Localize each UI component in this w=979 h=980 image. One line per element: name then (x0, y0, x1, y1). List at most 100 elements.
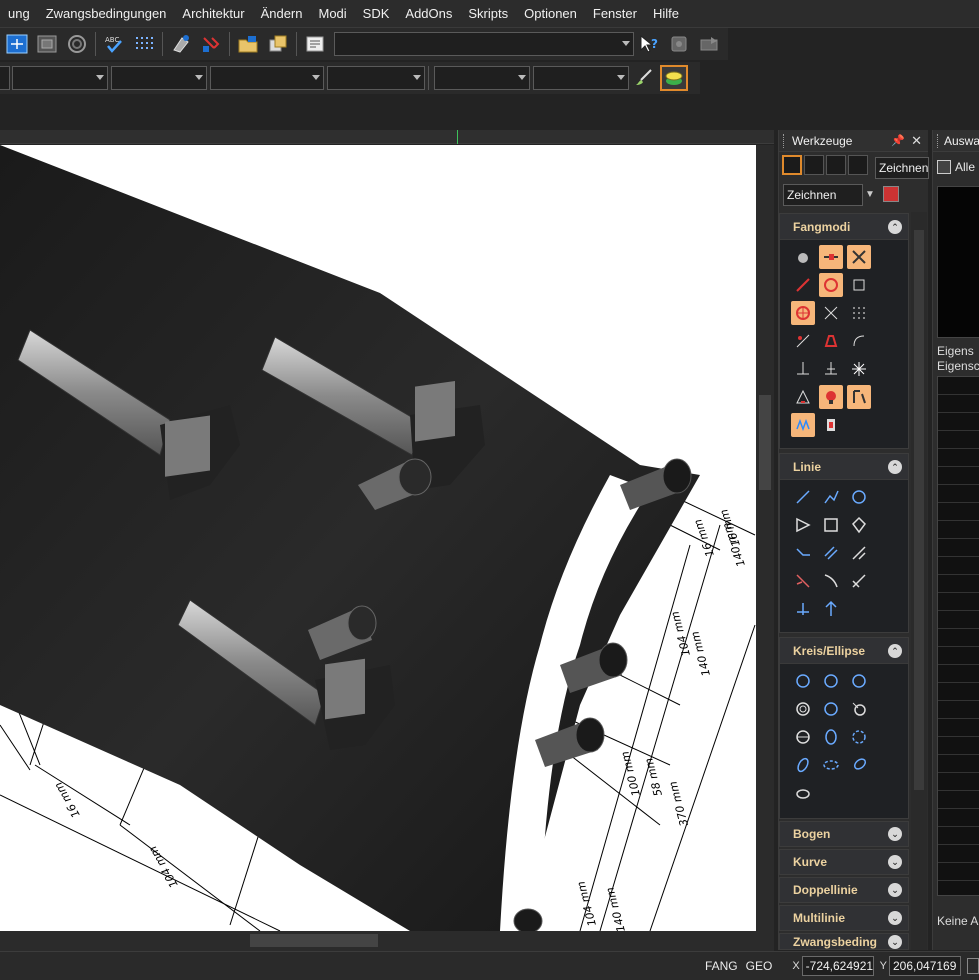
y-coordinate-field[interactable]: 206,047169 n (889, 956, 961, 976)
ray-icon[interactable] (819, 597, 843, 621)
rectangle-node-icon[interactable] (847, 485, 871, 509)
close-icon[interactable]: ✕ (911, 133, 922, 149)
palette-settings-icon[interactable] (883, 186, 899, 202)
status-extra-icon[interactable] (967, 958, 979, 974)
chart-icon[interactable] (826, 155, 846, 175)
menu-item-sdk[interactable]: SDK (355, 0, 398, 28)
perpendicular-line-icon[interactable] (791, 569, 815, 593)
properties-icon[interactable] (301, 31, 329, 57)
chevron-down-icon[interactable]: ⌄ (888, 855, 902, 869)
chevron-down-icon[interactable]: ⌄ (888, 883, 902, 897)
circle-inscribed-icon[interactable] (791, 725, 815, 749)
section-multilinie[interactable]: Multilinie ⌄ (779, 905, 909, 931)
parallel-line-icon[interactable] (819, 541, 843, 565)
menu-item-optionen[interactable]: Optionen (516, 0, 585, 28)
menu-item-ung[interactable]: ung (0, 0, 38, 28)
snap-grid-circle-icon[interactable] (791, 301, 815, 325)
menu-item-hilfe[interactable]: Hilfe (645, 0, 687, 28)
drawing-canvas[interactable]: 16 mm 104 mm 16 mm 104 mm 140 mm 140 mm … (0, 145, 756, 931)
ellipse-axis-icon[interactable] (819, 753, 843, 777)
snap-center-icon[interactable] (819, 273, 843, 297)
drag-handle[interactable] (783, 133, 786, 148)
ellipse-arc-icon[interactable] (847, 725, 871, 749)
tool-icon[interactable] (197, 31, 225, 57)
snap-tracking-icon[interactable] (847, 385, 871, 409)
section-kurve[interactable]: Kurve ⌄ (779, 849, 909, 875)
textstyle-combo[interactable] (434, 66, 530, 90)
geo-toggle[interactable]: GEO (742, 959, 777, 973)
tab-eigenschaften-2[interactable]: Eigensc (937, 359, 979, 374)
pin-icon[interactable]: 📌 (891, 134, 905, 147)
properties-list[interactable] (937, 376, 979, 896)
polygon-icon[interactable] (847, 513, 871, 537)
x-coordinate-field[interactable]: -724,624921 (801, 956, 874, 976)
menu-item-zwangsbedingungen[interactable]: Zwangsbedingungen (38, 0, 175, 28)
grid-icon[interactable] (130, 31, 158, 57)
ellipse-rotated-icon[interactable] (791, 753, 815, 777)
snap-toggle[interactable]: FANG (701, 959, 742, 973)
chevron-down-icon[interactable]: ⌄ (888, 827, 902, 841)
menu-item-modi[interactable]: Modi (310, 0, 354, 28)
triangle-icon[interactable] (791, 513, 815, 537)
snap-tangent-icon[interactable] (847, 329, 871, 353)
snap-polar-icon[interactable] (791, 385, 815, 409)
command-combo[interactable] (334, 32, 634, 56)
donut-icon[interactable] (791, 781, 815, 805)
select-all-icon[interactable] (937, 160, 951, 174)
canvas-horizontal-scrollbar[interactable] (0, 931, 774, 951)
tools-panel-scrollbar[interactable] (911, 212, 927, 950)
section-doppellinie[interactable]: Doppellinie ⌄ (779, 877, 909, 903)
snap-cross-icon[interactable] (819, 301, 843, 325)
ellipse-icon[interactable] (819, 725, 843, 749)
color-combo[interactable] (12, 66, 108, 90)
snap-line-icon[interactable] (791, 273, 815, 297)
disk-icon[interactable] (665, 31, 693, 57)
lineweight-combo[interactable] (210, 66, 324, 90)
layer-combo[interactable] (0, 66, 10, 90)
chevron-down-icon[interactable]: ⌄ (888, 934, 902, 949)
scroll-thumb[interactable] (914, 230, 924, 790)
circle-diameter-icon[interactable] (819, 669, 843, 693)
snap-star-icon[interactable] (847, 357, 871, 381)
tools-tab-combo[interactable]: Zeichnen (875, 157, 929, 179)
tangent-line-icon[interactable] (819, 569, 843, 593)
menu-item-architektur[interactable]: Architektur (174, 0, 252, 28)
section-header-fangmodi[interactable]: Fangmodi ⌃ (780, 214, 908, 240)
chevron-down-icon[interactable]: ▼ (865, 184, 875, 206)
pointer-icon[interactable] (782, 155, 802, 175)
chevron-down-icon[interactable]: ⌄ (888, 911, 902, 925)
construction-line-icon[interactable] (791, 597, 815, 621)
open-folder-icon[interactable] (234, 31, 262, 57)
section-header-kreis-ellipse[interactable]: Kreis/Ellipse ⌃ (780, 638, 908, 664)
section-zwangsbedingungen[interactable]: Zwangsbeding ⌄ (779, 933, 909, 950)
snap-settings-icon[interactable] (819, 413, 843, 437)
globe-icon[interactable] (848, 155, 868, 175)
layout-icon[interactable] (33, 31, 61, 57)
copy-icon[interactable] (264, 31, 292, 57)
brush-icon[interactable] (630, 65, 658, 91)
circle-center-radius-icon[interactable] (791, 669, 815, 693)
snap-endpoint-icon[interactable] (791, 245, 815, 269)
snap-ortho-icon[interactable] (791, 413, 815, 437)
line-icon[interactable] (791, 485, 815, 509)
layer-states-icon[interactable] (660, 65, 688, 91)
circle-tangent-2-icon[interactable] (847, 697, 871, 721)
chevron-up-icon[interactable]: ⌃ (888, 459, 902, 474)
canvas-vertical-scrollbar[interactable] (756, 145, 774, 931)
menu-item-fenster[interactable]: Fenster (585, 0, 645, 28)
ellipse-tangent-icon[interactable] (847, 753, 871, 777)
scroll-thumb[interactable] (250, 934, 378, 947)
select-icon[interactable] (804, 155, 824, 175)
zeichnen-combo[interactable]: Zeichnen (783, 184, 863, 206)
snap-midpoint-icon[interactable] (819, 245, 843, 269)
linetype-combo[interactable] (111, 66, 207, 90)
circle-3point-icon[interactable] (847, 669, 871, 693)
select-all-label[interactable]: Alle (955, 160, 975, 174)
zoom-window-icon[interactable] (3, 31, 31, 57)
send-icon[interactable] (695, 31, 723, 57)
snap-node-icon[interactable] (819, 357, 843, 381)
snap-grid-icon[interactable] (847, 301, 871, 325)
dimstyle-combo[interactable] (533, 66, 629, 90)
section-bogen[interactable]: Bogen ⌄ (779, 821, 909, 847)
chevron-up-icon[interactable]: ⌃ (888, 219, 902, 234)
